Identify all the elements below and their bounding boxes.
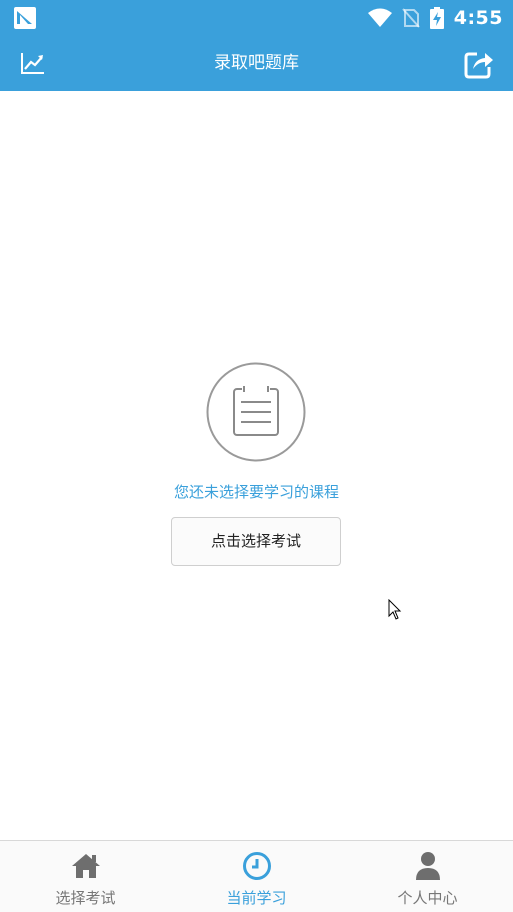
- clock-icon: [242, 852, 271, 880]
- document-icon: [206, 362, 306, 462]
- status-bar: 4:55: [0, 0, 513, 36]
- nav-item-current-study[interactable]: 当前学习: [171, 841, 342, 912]
- empty-state-message: 您还未选择要学习的课程: [173, 483, 339, 501]
- bottom-nav: 选择考试 当前学习 个人中心: [0, 840, 513, 912]
- nav-label: 选择考试: [55, 889, 116, 907]
- home-icon: [71, 854, 100, 878]
- nav-item-profile[interactable]: 个人中心: [342, 841, 513, 912]
- nav-label: 个人中心: [397, 889, 458, 907]
- nav-item-select-exam[interactable]: 选择考试: [0, 841, 171, 912]
- select-exam-button[interactable]: 点击选择考试: [171, 517, 341, 566]
- person-icon: [415, 852, 440, 880]
- mouse-cursor-icon: [388, 599, 402, 620]
- status-time: 4:55: [453, 7, 503, 29]
- page-title: 录取吧题库: [214, 53, 299, 73]
- no-sim-icon: [401, 8, 420, 28]
- wifi-icon: [367, 8, 392, 27]
- app-toolbar: 录取吧题库: [0, 36, 513, 91]
- share-icon[interactable]: [463, 48, 495, 80]
- app-logo-icon: [14, 7, 36, 29]
- nav-label: 当前学习: [226, 889, 287, 907]
- main-content: 您还未选择要学习的课程 点击选择考试: [0, 91, 513, 840]
- battery-charging-icon: [429, 7, 444, 29]
